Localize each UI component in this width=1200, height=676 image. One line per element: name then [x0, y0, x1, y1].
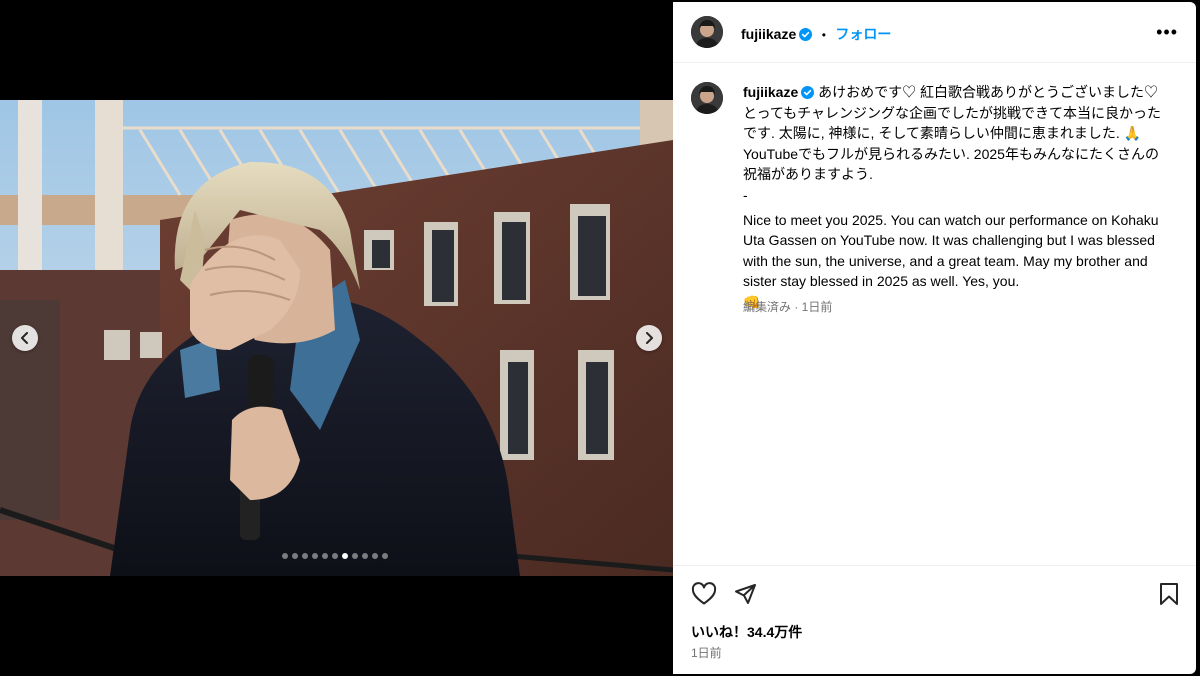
verified-badge-icon [801, 86, 815, 99]
carousel-dot [382, 553, 388, 559]
avatar[interactable] [691, 16, 723, 48]
carousel-indicator [282, 553, 388, 559]
carousel-dot [362, 553, 368, 559]
caption-meta: 編集済み · 1日前 [743, 300, 833, 314]
carousel-dot [302, 553, 308, 559]
follow-button[interactable]: フォロー [835, 26, 891, 42]
post-photo[interactable] [0, 100, 673, 576]
carousel-dot [312, 553, 318, 559]
paper-plane-icon [735, 584, 756, 604]
carousel-dot [322, 553, 328, 559]
caption-text-en: Nice to meet you 2025. You can watch our… [743, 211, 1159, 290]
post-dialog: fujiikaze • フォロー ••• fujiikaze あけおめです♡ 紅… [0, 0, 1200, 676]
share-button[interactable] [733, 582, 757, 611]
like-button[interactable] [691, 582, 717, 611]
caption: fujiikaze あけおめです♡ 紅白歌合戦ありがとうございました♡ とっても… [743, 82, 1168, 313]
likes-count[interactable]: いいね！34.4万件 [691, 622, 802, 642]
save-button[interactable] [1158, 582, 1180, 611]
username[interactable]: fujiikaze [741, 26, 796, 42]
carousel-dot [292, 553, 298, 559]
media-pane [0, 0, 673, 676]
photo-image [0, 100, 673, 576]
post-sidebar: fujiikaze • フォロー ••• fujiikaze あけおめです♡ 紅… [673, 2, 1196, 674]
carousel-dot [352, 553, 358, 559]
separator: • [821, 28, 826, 42]
carousel-dot [282, 553, 288, 559]
bookmark-icon [1160, 583, 1178, 605]
caption-avatar[interactable] [691, 82, 723, 114]
avatar-image [691, 82, 723, 114]
post-header: fujiikaze • フォロー ••• [673, 2, 1196, 63]
carousel-dot [342, 553, 348, 559]
chevron-right-icon [646, 332, 653, 344]
more-options-button[interactable]: ••• [1156, 22, 1178, 43]
chevron-left-icon [21, 332, 28, 344]
caption-username[interactable]: fujiikaze [743, 84, 798, 100]
verified-badge-icon [799, 28, 813, 41]
carousel-prev-button[interactable] [12, 325, 38, 351]
heart-icon [691, 582, 717, 605]
action-bar [673, 565, 1196, 675]
carousel-dot [332, 553, 338, 559]
carousel-next-button[interactable] [636, 325, 662, 351]
caption-separator: - [743, 186, 748, 203]
post-time[interactable]: 1日前 [691, 644, 722, 661]
caption-jp-paragraph: fujiikaze あけおめです♡ 紅白歌合戦ありがとうございました♡ とっても… [743, 82, 1168, 185]
header-user-line: fujiikaze • フォロー [741, 24, 891, 44]
carousel-dot [372, 553, 378, 559]
avatar-image [691, 16, 723, 48]
